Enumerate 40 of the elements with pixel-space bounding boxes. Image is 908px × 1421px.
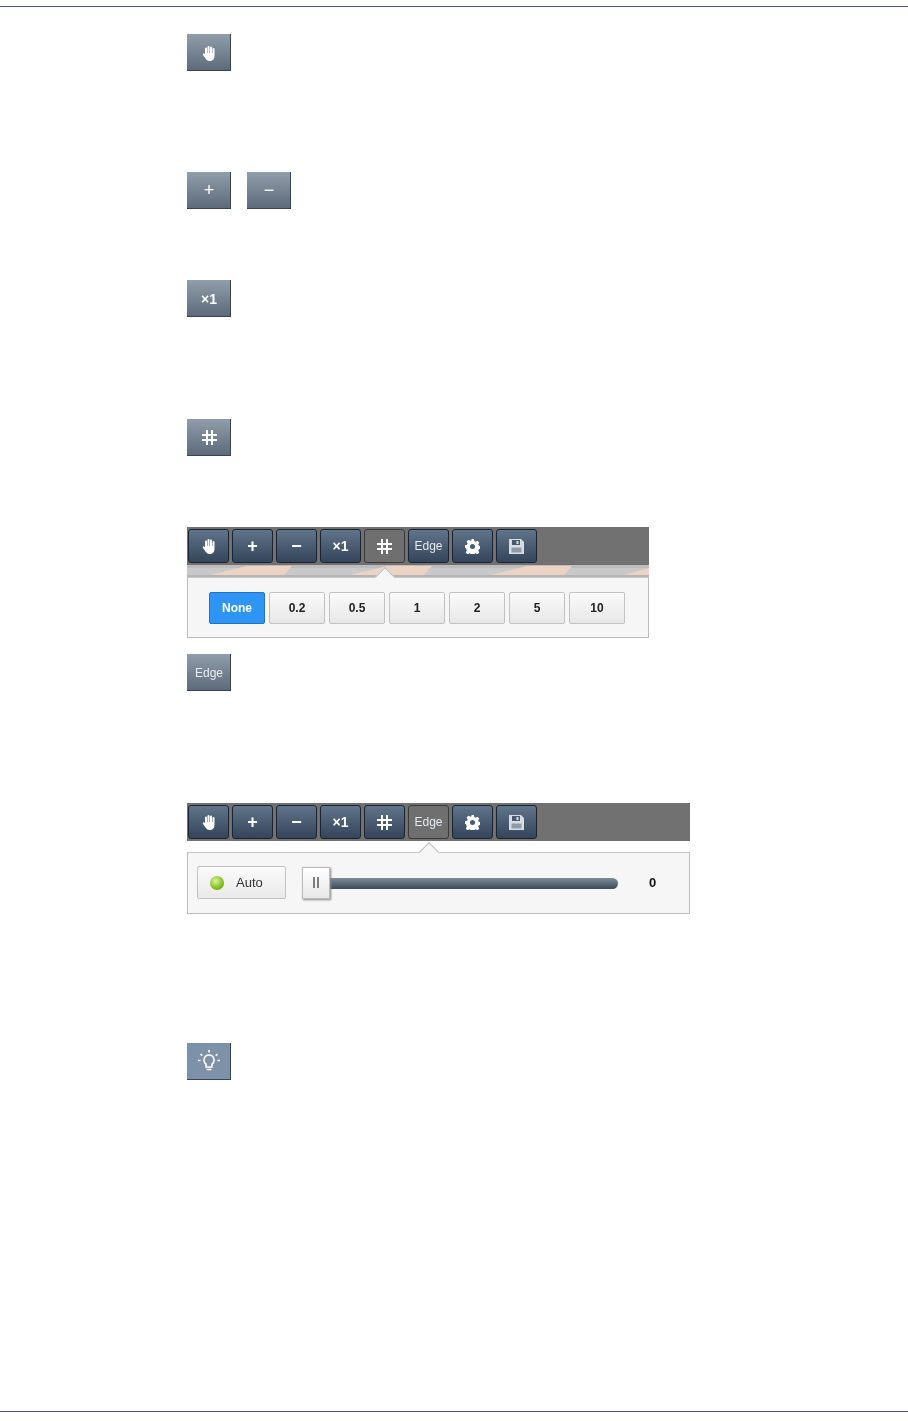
grid-size-option[interactable]: 0.2 — [269, 592, 325, 624]
slider-thumb[interactable] — [302, 866, 330, 899]
hand-button[interactable] — [188, 805, 229, 839]
tool-button[interactable]: + — [232, 529, 273, 563]
edge-button[interactable]: Edge — [408, 529, 449, 563]
hand-button[interactable] — [188, 529, 229, 563]
grid-button[interactable] — [364, 805, 405, 839]
save-button[interactable] — [496, 529, 537, 563]
grid-icon — [201, 430, 217, 445]
grid-size-option[interactable]: 1 — [389, 592, 445, 624]
settings-icon — [465, 814, 480, 830]
grid-button[interactable] — [364, 529, 405, 563]
tool-button[interactable]: − — [247, 172, 291, 209]
gear-button[interactable] — [452, 805, 493, 839]
slider-value: 0 — [649, 875, 657, 890]
bulb-button[interactable] — [187, 1043, 231, 1080]
hand-icon — [201, 814, 216, 830]
tool-button[interactable]: − — [276, 529, 317, 563]
hand-icon — [201, 538, 216, 554]
edge-button[interactable]: Edge — [408, 805, 449, 839]
tool-button[interactable]: + — [232, 805, 273, 839]
auto-button[interactable]: Auto — [197, 866, 286, 899]
tool-button[interactable]: ×1 — [320, 805, 361, 839]
grid-icon — [377, 814, 392, 830]
hand-icon — [202, 44, 216, 61]
grid-size-option[interactable]: 0.5 — [329, 592, 385, 624]
save-button[interactable] — [496, 805, 537, 839]
grid-icon — [377, 538, 392, 554]
tool-button[interactable]: + — [187, 172, 231, 209]
tool-button[interactable]: ×1 — [187, 280, 231, 317]
gear-button[interactable] — [452, 529, 493, 563]
grid-button[interactable] — [187, 419, 231, 456]
grid-size-option[interactable]: 2 — [449, 592, 505, 624]
settings-icon — [465, 538, 480, 554]
grid-size-option[interactable]: 10 — [569, 592, 625, 624]
tool-button[interactable]: ×1 — [320, 529, 361, 563]
grid-size-option[interactable]: 5 — [509, 592, 565, 624]
hand-button[interactable] — [187, 34, 231, 71]
slider[interactable] — [302, 866, 618, 899]
tool-button[interactable]: − — [276, 805, 317, 839]
